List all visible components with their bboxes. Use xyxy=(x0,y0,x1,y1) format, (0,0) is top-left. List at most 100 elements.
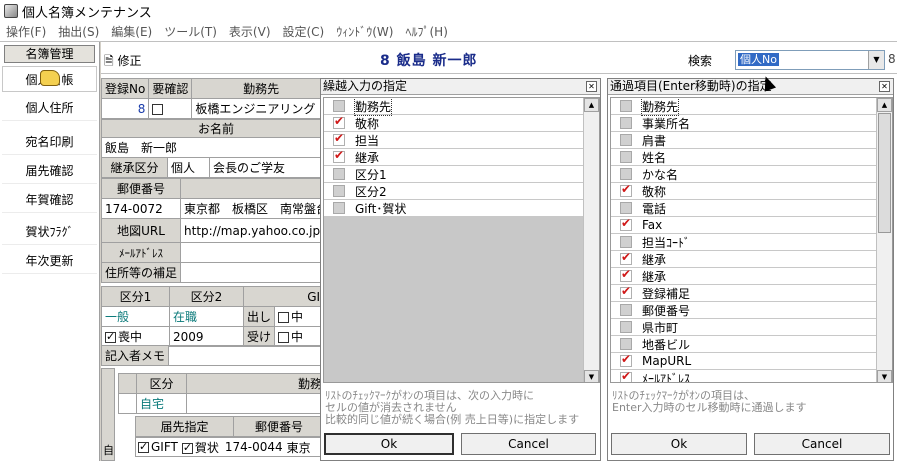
scroll-down-icon[interactable]: ▼ xyxy=(584,370,599,382)
unchecked-box-icon[interactable] xyxy=(620,338,632,350)
carryover-scrollbar[interactable]: ▲ ▼ xyxy=(583,98,599,382)
sub-kubun-value[interactable]: 自宅 xyxy=(136,393,187,414)
checkmark-icon[interactable] xyxy=(620,250,632,265)
checkmark-icon[interactable] xyxy=(333,131,345,146)
passthrough-item[interactable]: 担当ｺｰﾄﾞ xyxy=(611,234,877,251)
passthrough-item[interactable]: 継承 xyxy=(611,250,877,268)
zip-value[interactable]: 174-0072 xyxy=(100,198,182,219)
unchecked-box-icon[interactable] xyxy=(620,236,632,248)
unchecked-box-icon[interactable] xyxy=(620,202,632,214)
relation-value[interactable]: 会長のご学友 xyxy=(209,157,331,178)
menu-view[interactable]: 表示(V) xyxy=(223,23,277,40)
unchecked-box-icon[interactable] xyxy=(333,168,345,180)
scroll-down-icon[interactable]: ▼ xyxy=(877,370,892,382)
search-select[interactable]: 個人No ▼ xyxy=(735,50,885,70)
passthrough-item[interactable]: 肩書 xyxy=(611,132,877,149)
passthrough-ok-button[interactable]: Ok xyxy=(611,433,747,455)
carryover-item[interactable]: Gift･賀状 xyxy=(324,200,584,217)
memo-value[interactable] xyxy=(168,345,331,366)
mourning-checkbox[interactable]: 喪中 xyxy=(101,326,170,347)
mourning-label: 喪中 xyxy=(118,330,143,344)
nav-destination-check[interactable]: 届先確認 xyxy=(2,158,97,184)
unchecked-box-icon[interactable] xyxy=(620,321,632,333)
passthrough-item[interactable]: ﾒｰﾙｱﾄﾞﾚｽ xyxy=(611,369,877,382)
passthrough-item[interactable]: 電話 xyxy=(611,200,877,217)
carryover-list: 勤務先敬称担当継承区分1 区分2 Gift･賀状 ▲ ▼ xyxy=(323,97,600,383)
checkmark-icon[interactable] xyxy=(620,182,632,197)
kubun1-value[interactable]: 一般 xyxy=(101,306,170,327)
unchecked-box-icon[interactable] xyxy=(620,100,632,112)
inherit-value[interactable]: 個人 xyxy=(167,157,210,178)
passthrough-item[interactable]: 地番ビル xyxy=(611,336,877,353)
carryover-ok-button[interactable]: Ok xyxy=(324,433,454,455)
unchecked-box-icon[interactable] xyxy=(333,185,345,197)
unchecked-box-icon[interactable] xyxy=(333,100,345,112)
year-value[interactable]: 2009 xyxy=(169,326,244,347)
passthrough-item[interactable]: 勤務先 xyxy=(611,98,877,116)
passthrough-item[interactable]: 継承 xyxy=(611,267,877,285)
checkmark-icon[interactable] xyxy=(620,216,632,231)
checkmark-icon[interactable] xyxy=(620,284,632,299)
nenga-checkbox[interactable]: 賀状 xyxy=(178,439,219,456)
menu-edit[interactable]: 編集(E) xyxy=(105,23,158,40)
menu-tools[interactable]: ツール(T) xyxy=(158,23,223,40)
menu-operation[interactable]: 操作(F) xyxy=(0,23,52,40)
name-value[interactable]: 飯島 新一郎 xyxy=(101,137,331,158)
confirm-checkbox[interactable] xyxy=(148,98,193,119)
checkmark-icon[interactable] xyxy=(620,352,632,367)
kubun2-value[interactable]: 在職 xyxy=(169,306,244,327)
carryover-item[interactable]: 継承 xyxy=(324,148,584,166)
unchecked-box-icon[interactable] xyxy=(620,134,632,146)
nav-address-print[interactable]: 宛名印刷 xyxy=(2,129,97,155)
scroll-up-icon[interactable]: ▲ xyxy=(584,98,599,112)
work-value[interactable]: 板橋エンジニアリング xyxy=(191,98,331,119)
carryover-item[interactable]: 担当 xyxy=(324,131,584,149)
checkmark-icon[interactable] xyxy=(333,114,345,129)
chevron-down-icon[interactable]: ▼ xyxy=(868,51,884,69)
zip2-value[interactable]: 174-0044 xyxy=(219,440,283,454)
menu-window[interactable]: ｳｨﾝﾄﾞｳ(W) xyxy=(330,23,399,40)
passthrough-item[interactable]: 県市町 xyxy=(611,319,877,336)
passthrough-item-label: 登録補足 xyxy=(642,286,691,301)
hand-cursor-icon xyxy=(40,70,60,86)
gift-checkbox[interactable]: GIFT xyxy=(136,440,178,454)
passthrough-cancel-button[interactable]: Cancel xyxy=(754,433,890,455)
nav-annual-update[interactable]: 年次更新 xyxy=(2,248,97,274)
passthrough-item[interactable]: 姓名 xyxy=(611,149,877,166)
carryover-item[interactable]: 敬称 xyxy=(324,114,584,132)
sub-work-value[interactable] xyxy=(186,393,326,414)
regno-value[interactable]: 8 xyxy=(100,98,150,119)
unchecked-box-icon[interactable] xyxy=(620,117,632,129)
unchecked-box-icon[interactable] xyxy=(333,202,345,214)
close-icon[interactable]: ✕ xyxy=(586,81,597,92)
unchecked-box-icon[interactable] xyxy=(620,304,632,316)
passthrough-item[interactable]: かな名 xyxy=(611,166,877,183)
scroll-up-icon[interactable]: ▲ xyxy=(877,98,892,112)
close-icon[interactable]: ✕ xyxy=(879,81,890,92)
unchecked-box-icon[interactable] xyxy=(620,151,632,163)
passthrough-item[interactable]: MapURL xyxy=(611,352,877,370)
app-icon xyxy=(4,4,18,18)
unchecked-box-icon[interactable] xyxy=(620,168,632,180)
passthrough-item[interactable]: Fax xyxy=(611,216,877,234)
checkmark-icon[interactable] xyxy=(620,369,632,382)
nav-card-flag[interactable]: 賀状ﾌﾗｸﾞ xyxy=(2,219,97,245)
passthrough-item[interactable]: 郵便番号 xyxy=(611,302,877,319)
checkmark-icon[interactable] xyxy=(333,148,345,163)
carryover-item[interactable]: 勤務先 xyxy=(324,98,584,116)
passthrough-item[interactable]: 敬称 xyxy=(611,182,877,200)
passthrough-scrollbar[interactable]: ▲ ▼ xyxy=(876,98,892,382)
scroll-thumb[interactable] xyxy=(878,113,891,233)
carryover-item[interactable]: 区分1 xyxy=(324,166,584,183)
passthrough-item[interactable]: 事業所名 xyxy=(611,115,877,132)
menu-settings[interactable]: 設定(C) xyxy=(277,23,331,40)
nav-personal-address[interactable]: 個人住所 xyxy=(2,95,97,121)
menu-extract[interactable]: 抽出(S) xyxy=(52,23,105,40)
carryover-item[interactable]: 区分2 xyxy=(324,183,584,200)
checkmark-icon[interactable] xyxy=(620,267,632,282)
menu-help[interactable]: ﾍﾙﾌﾟ(H) xyxy=(399,23,453,40)
carryover-cancel-button[interactable]: Cancel xyxy=(461,433,596,455)
nav-newyear-check[interactable]: 年賀確認 xyxy=(2,187,97,213)
addr2-value[interactable]: 東京 xyxy=(283,439,311,456)
passthrough-item[interactable]: 登録補足 xyxy=(611,284,877,302)
